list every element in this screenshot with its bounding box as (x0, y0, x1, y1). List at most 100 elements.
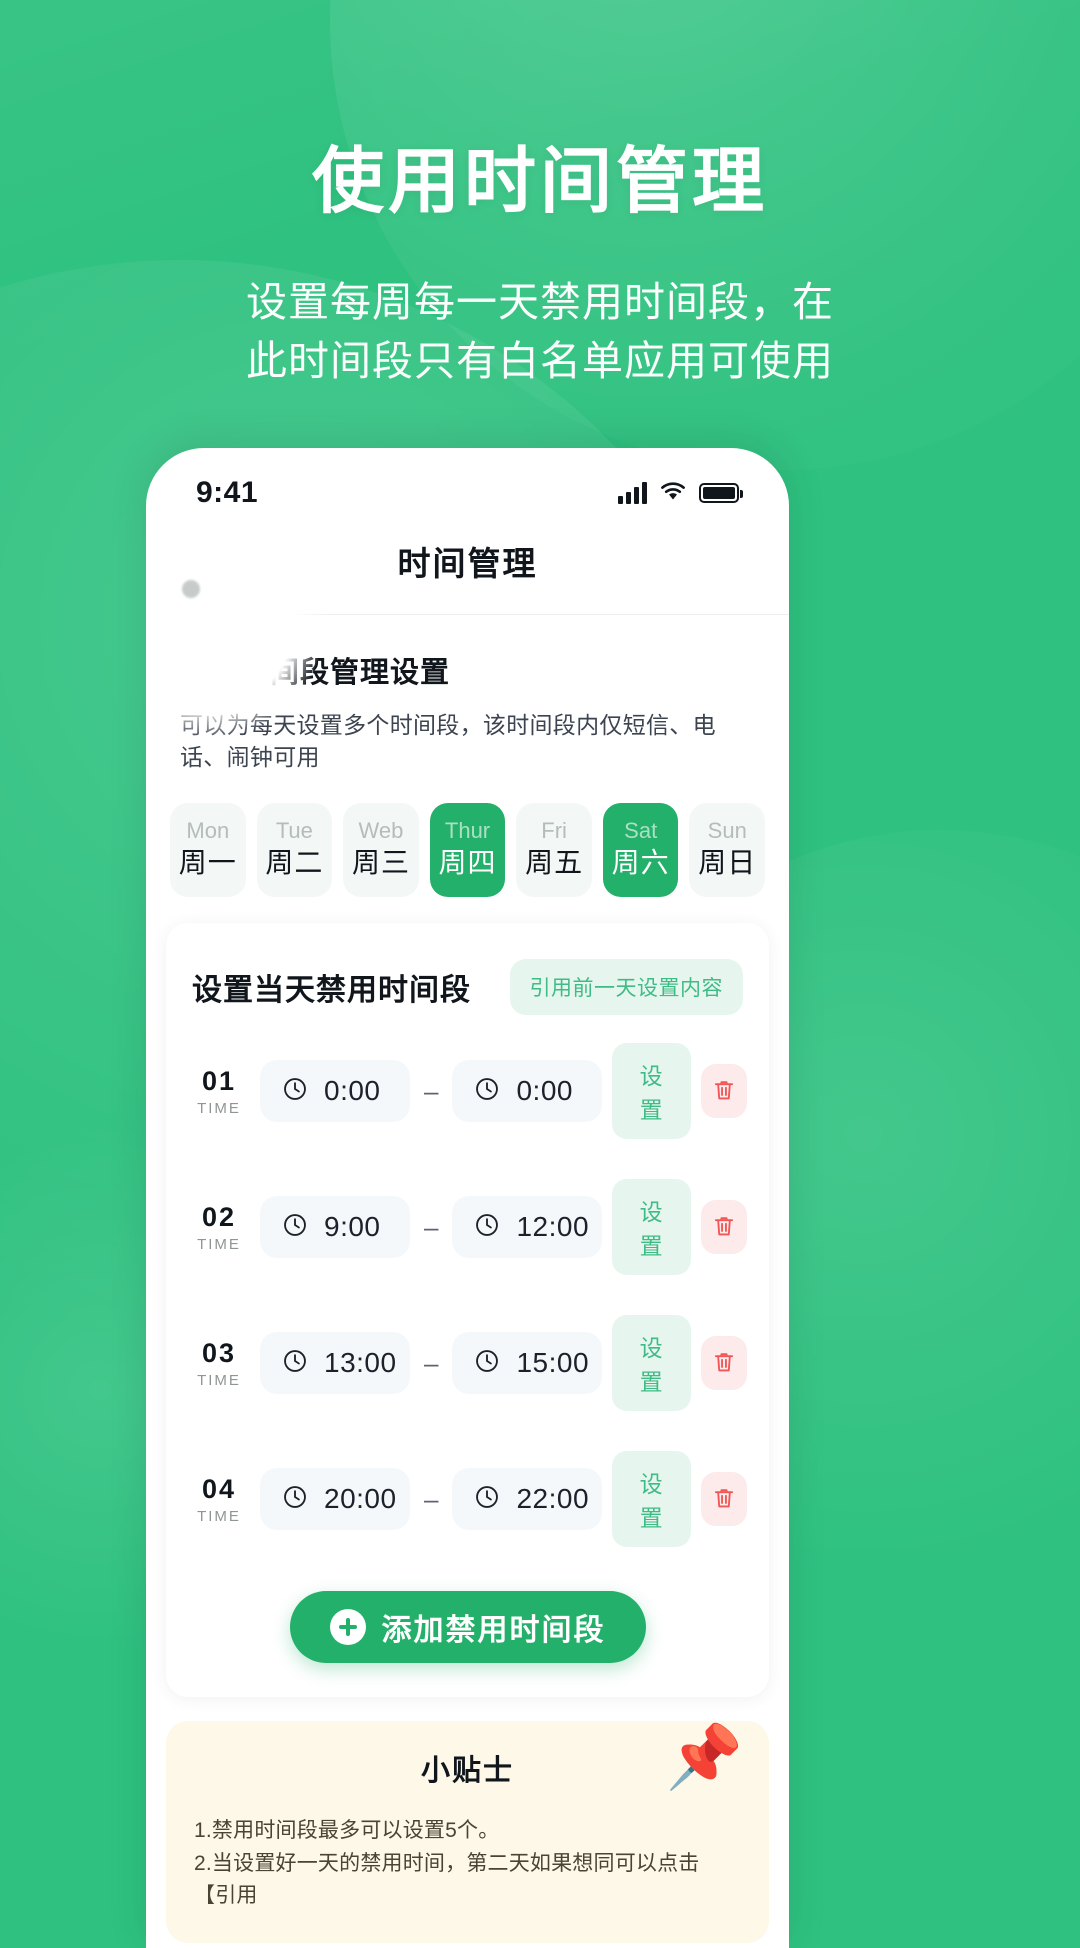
day-tab-label-cn: 周日 (698, 846, 757, 878)
status-bar-icons (618, 480, 743, 507)
time-row-number: 01 (201, 1065, 237, 1096)
clock-icon (474, 1212, 500, 1243)
trash-icon (711, 1485, 737, 1514)
time-row-number: 03 (201, 1337, 237, 1368)
panel-header: 设置当天禁用时间段 引用前一天设置内容 (166, 929, 769, 1023)
day-tab-wed[interactable]: Web 周三 (343, 803, 419, 898)
end-time-value: 12:00 (516, 1211, 590, 1243)
time-row-index: 03 TIME (188, 1338, 250, 1389)
page-subtitle-line-2: 此时间段只有白名单应用可使用 (246, 338, 834, 385)
time-row-index: 04 TIME (188, 1474, 250, 1525)
time-row-number: 02 (201, 1201, 237, 1232)
end-time-field[interactable]: 12:00 (452, 1196, 603, 1259)
time-row-index: 02 TIME (188, 1202, 250, 1253)
time-row-unit-label: TIME (197, 1507, 241, 1525)
clock-icon (282, 1484, 308, 1515)
day-tab-mon[interactable]: Mon 周一 (170, 803, 246, 898)
day-tab-label-cn: 周二 (265, 846, 324, 878)
page-subtitle-line-1: 设置每周每一天禁用时间段，在 (246, 278, 834, 325)
clock-icon (474, 1076, 500, 1107)
range-dash: – (424, 1211, 439, 1242)
delete-row-button[interactable] (700, 1200, 747, 1255)
tips-item: 1.禁用时间段最多可以设置5个。 (194, 1819, 500, 1843)
start-time-value: 13:00 (324, 1347, 397, 1379)
range-dash: – (424, 1483, 439, 1514)
delete-row-button[interactable] (700, 1064, 747, 1119)
add-time-range-label: 添加禁用时间段 (381, 1614, 606, 1648)
set-time-button[interactable]: 设置 (612, 1315, 691, 1412)
quote-previous-day-button[interactable]: 引用前一天设置内容 (509, 959, 743, 1016)
section-header: 禁用时间段管理设置 可以为每天设置多个时间段，该时间段内仅短信、电话、闹钟可用 (146, 615, 789, 773)
day-tab-label-cn: 周四 (438, 846, 497, 878)
time-range-row: 01 TIME 0:00 – 0:00 设置 (166, 1023, 769, 1159)
section-title: 禁用时间段管理设置 (180, 657, 451, 689)
set-time-button[interactable]: 设置 (612, 1451, 691, 1548)
wifi-icon (659, 480, 687, 507)
end-time-field[interactable]: 0:00 (452, 1060, 603, 1123)
time-range-row: 04 TIME 20:00 – 22:00 设置 (166, 1431, 769, 1567)
time-range-row: 02 TIME 9:00 – 12:00 设置 (166, 1159, 769, 1295)
day-tab-label-en: Thur (444, 818, 491, 844)
start-time-value: 9:00 (324, 1211, 381, 1243)
trash-icon (711, 1077, 737, 1106)
day-tab-fri[interactable]: Fri 周五 (516, 803, 592, 898)
day-tab-label-en: Web (358, 818, 404, 844)
navigation-bar: 时间管理 (146, 522, 789, 600)
day-tab-sat[interactable]: Sat 周六 (602, 803, 679, 898)
day-tab-tue[interactable]: Tue 周二 (256, 803, 333, 898)
add-time-range-button[interactable]: 添加禁用时间段 (289, 1591, 646, 1664)
end-time-field[interactable]: 22:00 (452, 1468, 603, 1531)
set-time-button[interactable]: 设置 (612, 1179, 691, 1276)
day-tab-label-en: Fri (541, 818, 567, 844)
day-tab-sun[interactable]: Sun 周日 (689, 803, 766, 898)
start-time-field[interactable]: 13:00 (260, 1332, 410, 1395)
end-time-field[interactable]: 15:00 (452, 1332, 603, 1395)
phone-mockup: 9:41 时间管理 禁用时间段管理设置 可以为每天设置多个时间段，该时间段内仅短… (146, 448, 789, 1948)
start-time-value: 20:00 (324, 1483, 397, 1515)
time-row-unit-label: TIME (197, 1099, 241, 1117)
hero-section: 使用时间管理 设置每周每一天禁用时间段，在 此时间段只有白名单应用可使用 (0, 0, 1080, 392)
range-dash: – (424, 1075, 439, 1106)
clock-icon (474, 1348, 500, 1379)
delete-row-button[interactable] (700, 1472, 747, 1527)
tips-item: 2.当设置好一天的禁用时间，第二天如果想同可以点击【引用 (194, 1851, 700, 1908)
start-time-field[interactable]: 9:00 (260, 1196, 410, 1259)
start-time-field[interactable]: 20:00 (260, 1468, 410, 1531)
day-tab-label-en: Sat (624, 818, 658, 844)
day-tab-label-cn: 周五 (525, 846, 584, 878)
time-row-index: 01 TIME (188, 1066, 250, 1117)
trash-icon (711, 1213, 737, 1242)
page-title: 使用时间管理 (311, 142, 768, 222)
end-time-value: 15:00 (516, 1347, 590, 1379)
status-bar-time: 9:41 (196, 476, 259, 509)
navbar-title: 时间管理 (397, 545, 538, 582)
tips-list: 1.禁用时间段最多可以设置5个。 2.当设置好一天的禁用时间，第二天如果想同可以… (194, 1815, 741, 1913)
day-tab-label-cn: 周六 (611, 846, 670, 878)
page-subtitle: 设置每周每一天禁用时间段，在 此时间段只有白名单应用可使用 (0, 273, 1080, 392)
end-time-value: 22:00 (516, 1483, 590, 1515)
time-range-panel: 设置当天禁用时间段 引用前一天设置内容 01 TIME 0:00 – 0:00 … (166, 923, 769, 1698)
end-time-value: 0:00 (516, 1075, 573, 1107)
cellular-signal-icon (618, 482, 647, 504)
day-tab-label-en: Mon (186, 818, 230, 844)
clock-icon (282, 1212, 308, 1243)
battery-icon (699, 483, 743, 503)
time-range-row: 03 TIME 13:00 – 15:00 设置 (166, 1295, 769, 1431)
time-row-number: 04 (201, 1473, 237, 1504)
day-selector-tabs[interactable]: Mon 周一 Tue 周二 Web 周三 Thur 周四 Fri 周五 Sat … (146, 773, 789, 923)
clock-icon (282, 1076, 308, 1107)
trash-icon (711, 1349, 737, 1378)
day-tab-thu[interactable]: Thur 周四 (429, 803, 506, 898)
day-tab-label-en: Sun (707, 818, 747, 844)
tips-heading: 小贴士 (420, 1755, 514, 1788)
day-tab-label-cn: 周三 (351, 846, 410, 878)
clock-icon (282, 1348, 308, 1379)
day-tab-label-en: Tue (275, 818, 313, 844)
tips-card: 小贴士 📌 1.禁用时间段最多可以设置5个。 2.当设置好一天的禁用时间，第二天… (166, 1721, 769, 1943)
plus-circle-icon (329, 1609, 366, 1646)
time-row-unit-label: TIME (197, 1235, 241, 1253)
set-time-button[interactable]: 设置 (612, 1043, 691, 1140)
delete-row-button[interactable] (700, 1336, 747, 1391)
time-row-unit-label: TIME (197, 1371, 241, 1389)
start-time-field[interactable]: 0:00 (260, 1060, 410, 1123)
